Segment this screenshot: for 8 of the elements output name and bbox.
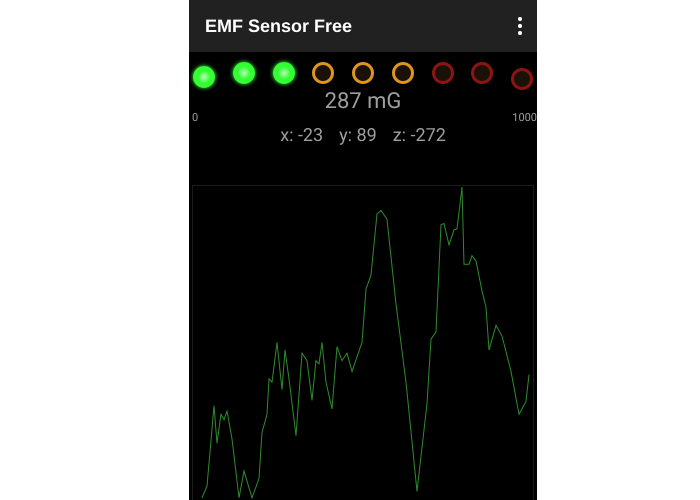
scale-min-label: 0 xyxy=(192,112,198,124)
app-title: EMF Sensor Free xyxy=(205,14,352,38)
axis-value: y: 89 xyxy=(339,124,377,148)
more-options-icon[interactable] xyxy=(517,17,523,35)
axis-value: z: -272 xyxy=(392,124,446,148)
field-reading: 287 mG xyxy=(324,88,402,116)
axis-value: x: -23 xyxy=(280,124,324,148)
scale-max-label: 1000 xyxy=(512,112,537,124)
